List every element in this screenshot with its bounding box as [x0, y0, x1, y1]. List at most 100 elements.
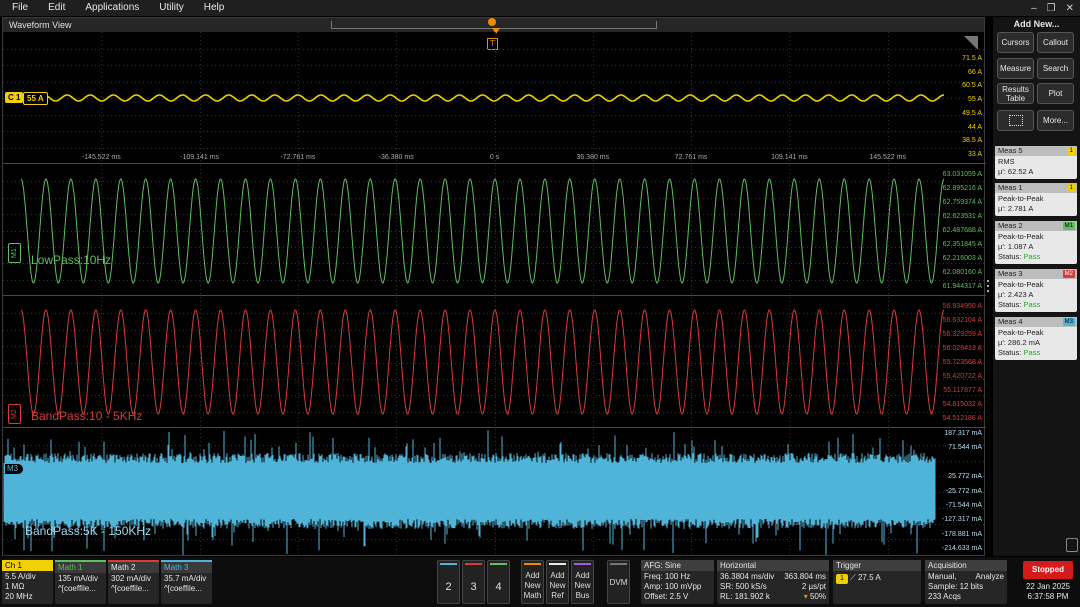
- run-stop-status[interactable]: Stopped: [1023, 561, 1073, 579]
- menu-utility[interactable]: Utility: [149, 0, 193, 16]
- meas-value: µ': 62.52 A: [998, 167, 1034, 176]
- search-button[interactable]: Search: [1037, 58, 1074, 79]
- trigger-source: 1: [836, 574, 848, 584]
- close-icon[interactable]: ✕: [1066, 3, 1074, 14]
- results-table-button[interactable]: Results Table: [997, 83, 1034, 104]
- add-bus-l1: Add: [575, 571, 590, 580]
- add-bus-l2: New: [574, 581, 591, 590]
- time-tick-label: 36.380 ms: [576, 154, 610, 161]
- ch1-title: Ch 1: [2, 560, 53, 571]
- sample-rate: SR: 500 kS/s: [720, 582, 767, 591]
- menu-edit[interactable]: Edit: [38, 0, 75, 16]
- math3-badge[interactable]: M3: [4, 463, 24, 475]
- menu-help[interactable]: Help: [194, 0, 235, 16]
- meas-source-tag: 1: [1067, 184, 1075, 192]
- meas-1-badge[interactable]: Meas 1 1 Peak-to-Peak µ': 2.781 A: [995, 183, 1077, 216]
- math3-tick-label: 187.317 mA: [944, 430, 982, 437]
- plot-button[interactable]: Plot: [1037, 83, 1074, 104]
- minimize-icon[interactable]: –: [1031, 3, 1037, 14]
- rising-edge-icon: ⟋: [850, 573, 858, 582]
- math2-settings-badge[interactable]: Math 2 302 mA/div ^[coeffile...: [108, 560, 159, 604]
- trigger-badge[interactable]: Trigger 1 ⟋ 27.5 A: [833, 560, 921, 604]
- horizontal-badge[interactable]: Horizontal 36.3804 ms/div 363.804 ms SR: …: [717, 560, 829, 604]
- menu-file[interactable]: File: [0, 0, 38, 16]
- results-table-label-2: Table: [1005, 94, 1026, 103]
- acquisition-analyze: Analyze: [975, 572, 1004, 581]
- ch1-offset-label[interactable]: 55 A: [23, 92, 48, 105]
- math1-tick-label: 62.759374 A: [942, 199, 982, 206]
- math3-tick-label: 25.772 mA: [948, 473, 982, 481]
- zoom-region-icon: [1008, 115, 1023, 126]
- trigger-level: 27.5 A: [857, 573, 881, 582]
- afg-title: AFG: Sine: [641, 560, 714, 571]
- panel-math3[interactable]: M3 BandPass:5K - 150KHz 187.317 mA 71.544…: [3, 429, 986, 555]
- ch1-tick-label: 33 A: [967, 151, 982, 158]
- record-length: RL: 181.902 k: [720, 592, 770, 601]
- results-table-label-1: Results: [1002, 85, 1029, 94]
- math2-trace: [20, 309, 945, 415]
- add-ref-l3: Ref: [551, 591, 564, 600]
- meas-4-badge[interactable]: Meas 4 M3 Peak-to-Peak µ': 286.2 mA Statu…: [995, 317, 1077, 360]
- math3-settings-badge[interactable]: Math 3 35.7 mA/div ^[coeffile...: [161, 560, 212, 604]
- time-tick-label: -72.761 ms: [280, 154, 316, 161]
- ch4-button[interactable]: 4: [487, 560, 510, 604]
- math1-badge[interactable]: M1: [8, 243, 21, 263]
- ch1-tick-label: 66 A: [967, 68, 982, 76]
- add-new-bus-button[interactable]: Add New Bus: [571, 560, 594, 604]
- ch1-plot: [3, 32, 986, 163]
- math2-tick-label: 55.420722 A: [942, 373, 982, 380]
- collapse-panel-icon[interactable]: [1066, 538, 1078, 552]
- meas-value: µ': 286.2 mA: [998, 338, 1041, 347]
- ch2-button[interactable]: 2: [437, 560, 460, 604]
- acquisition-title: Acquisition: [925, 560, 1007, 571]
- math1-tick-label: 62.351845 A: [942, 241, 982, 248]
- math1-tick-label: 63.031059 A: [942, 171, 982, 178]
- acquisition-sample: Sample: 12 bits: [928, 582, 984, 591]
- math3-tick-label: -25.772 mA: [945, 487, 982, 495]
- ch1-settings-badge[interactable]: Ch 1 5.5 A/div 1 MΩ 20 MHz: [2, 560, 53, 604]
- meas-2-badge[interactable]: Meas 2 M1 Peak-to-Peak µ': 1.087 A Status…: [995, 221, 1077, 264]
- afg-badge[interactable]: AFG: Sine Freq: 100 Hz Amp: 100 mVpp Off…: [641, 560, 714, 604]
- ch1-tick-label: 71.5 A: [962, 55, 982, 62]
- acquisition-badge[interactable]: Acquisition Manual, Analyze Sample: 12 bi…: [925, 560, 1007, 604]
- menu-applications[interactable]: Applications: [75, 0, 149, 16]
- meas-name: Meas 2: [998, 221, 1023, 230]
- meas-3-badge[interactable]: Meas 3 M2 Peak-to-Peak µ': 2.423 A Status…: [995, 269, 1077, 312]
- math3-tick-label: -178.881 mA: [941, 530, 982, 538]
- trigger-position-icon[interactable]: [488, 18, 496, 26]
- meas-type: Peak-to-Peak: [998, 280, 1044, 289]
- ch3-button[interactable]: 3: [462, 560, 485, 604]
- math1-tick-label: 62.080160 A: [942, 269, 982, 276]
- ch1-tick-label: 60.5 A: [962, 82, 982, 90]
- math2-tick-label: 56.026413 A: [942, 345, 982, 352]
- settings-bar: Ch 1 5.5 A/div 1 MΩ 20 MHz Math 1 135 mA…: [0, 557, 1080, 607]
- panel-ch1[interactable]: C 1 55 A 71.5 A 66 A 60.5 A 55 A 49.5 A 44 A 3…: [3, 32, 986, 164]
- math1-plot: [3, 165, 986, 295]
- zoom-region-button[interactable]: [997, 110, 1034, 131]
- afg-offset: Offset: 2.5 V: [644, 592, 689, 601]
- acquisition-count: 233 Acqs: [928, 592, 961, 601]
- math3-expression: ^[coeffile...: [164, 584, 202, 593]
- dvm-button[interactable]: DVM: [607, 560, 630, 604]
- restore-icon[interactable]: ❐: [1047, 3, 1056, 14]
- cursors-button[interactable]: Cursors: [997, 32, 1034, 53]
- ch1-badge[interactable]: C 1: [5, 92, 24, 103]
- meas-5-badge[interactable]: Meas 5 1 RMS µ': 62.52 A: [995, 146, 1077, 179]
- panel-math2[interactable]: M2 BandPass:10 - 5KHz 56.934950 A 56.6321…: [3, 297, 986, 428]
- callout-button[interactable]: Callout: [1037, 32, 1074, 53]
- math2-tick-label: 55.723568 A: [942, 359, 982, 366]
- math1-tick-label: 62.216003 A: [942, 255, 982, 262]
- meas-status: Pass: [1023, 252, 1041, 261]
- panel-splitter-icon[interactable]: [987, 280, 990, 294]
- math2-badge[interactable]: M2: [8, 404, 21, 424]
- afg-freq: Freq: 100 Hz: [644, 572, 691, 581]
- add-new-math-button[interactable]: Add New Math: [521, 560, 544, 604]
- add-new-ref-button[interactable]: Add New Ref: [546, 560, 569, 604]
- more-button[interactable]: More...: [1037, 110, 1074, 131]
- meas-type: Peak-to-Peak: [998, 232, 1044, 241]
- math1-settings-badge[interactable]: Math 1 135 mA/div ^[coeffile...: [55, 560, 106, 604]
- measure-button[interactable]: Measure: [997, 58, 1034, 79]
- waveform-view[interactable]: Waveform View T C 1 55 A 71.5 A 66 A 60.5 …: [2, 17, 986, 556]
- math2-scale-value: 302 mA/div: [111, 574, 152, 583]
- panel-math1[interactable]: M1 LowPass:10Hz 63.031059 A 62.895216 A 62…: [3, 165, 986, 296]
